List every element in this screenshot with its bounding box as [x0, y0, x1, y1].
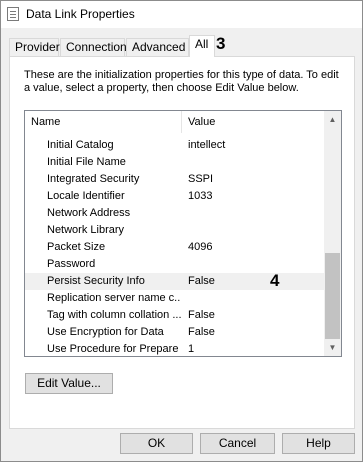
list-item[interactable]: Locale Identifier 1033: [25, 188, 325, 205]
property-value: intellect: [188, 139, 226, 151]
list-item[interactable]: Use Procedure for Prepare 1: [25, 341, 325, 356]
list-item[interactable]: Initial File Name: [25, 154, 325, 171]
property-name: Use Procedure for Prepare: [47, 343, 179, 355]
property-value: False: [188, 309, 215, 321]
property-name: Persist Security Info: [47, 275, 145, 287]
tab-advanced[interactable]: Advanced: [126, 38, 189, 56]
property-rows: Initial Catalog intellect Initial File Na…: [25, 137, 325, 356]
list-item[interactable]: Network Library: [25, 222, 325, 239]
property-list[interactable]: Name Value Initial Catalog intellect Init…: [24, 110, 342, 357]
property-name: Initial File Name: [47, 156, 126, 168]
property-value: False: [188, 326, 215, 338]
list-item[interactable]: Use Encryption for Data False: [25, 324, 325, 341]
vertical-scrollbar[interactable]: ▲ ▼: [324, 111, 341, 356]
dialog-window: Data Link Properties Provider Connection…: [0, 0, 363, 462]
property-value: 4096: [188, 241, 213, 253]
list-item[interactable]: Tag with column collation ... False: [25, 307, 325, 324]
scrollbar-thumb[interactable]: [325, 253, 340, 339]
list-item[interactable]: Replication server name c...: [25, 290, 325, 307]
window-title: Data Link Properties: [26, 7, 135, 21]
tab-panel-all: These are the initialization properties …: [9, 56, 355, 429]
list-item[interactable]: Initial Catalog intellect: [25, 137, 325, 154]
property-name: Replication server name c...: [47, 292, 181, 304]
property-name: Network Library: [47, 224, 125, 236]
list-item[interactable]: Packet Size 4096: [25, 239, 325, 256]
column-header-value[interactable]: Value: [182, 111, 325, 133]
property-name: Use Encryption for Data: [47, 326, 164, 338]
tab-all[interactable]: All: [189, 35, 215, 57]
list-item[interactable]: Integrated Security SSPI: [25, 171, 325, 188]
tab-connection[interactable]: Connection: [60, 38, 127, 56]
property-value: 1033: [188, 190, 213, 202]
list-item[interactable]: Password: [25, 256, 325, 273]
scroll-up-arrow-icon[interactable]: ▲: [324, 111, 341, 128]
property-name: Packet Size: [47, 241, 106, 253]
edit-value-button[interactable]: Edit Value...: [25, 373, 113, 394]
property-name: Network Address: [47, 207, 131, 219]
property-name: Tag with column collation ...: [47, 309, 181, 321]
row-marker-label: 4: [270, 271, 280, 290]
property-value: SSPI: [188, 173, 214, 185]
help-button[interactable]: Help: [282, 433, 355, 454]
property-name: Locale Identifier: [47, 190, 125, 202]
property-name: Password: [47, 258, 96, 270]
column-header-name[interactable]: Name: [25, 111, 181, 133]
tab-provider[interactable]: Provider: [9, 38, 60, 56]
document-icon: [7, 7, 19, 21]
cancel-button[interactable]: Cancel: [200, 433, 275, 454]
ok-button[interactable]: OK: [120, 433, 193, 454]
list-item[interactable]: Network Address: [25, 205, 325, 222]
tab-marker-label: 3: [216, 34, 226, 53]
title-bar: Data Link Properties: [1, 1, 362, 28]
property-name: Initial Catalog: [47, 139, 114, 151]
property-value: False: [188, 275, 215, 287]
property-name: Integrated Security: [47, 173, 140, 185]
scroll-down-arrow-icon[interactable]: ▼: [324, 339, 341, 356]
list-item-selected[interactable]: Persist Security Info False 4: [25, 271, 325, 290]
panel-description: These are the initialization properties …: [24, 69, 339, 94]
property-value: 1: [188, 343, 195, 355]
